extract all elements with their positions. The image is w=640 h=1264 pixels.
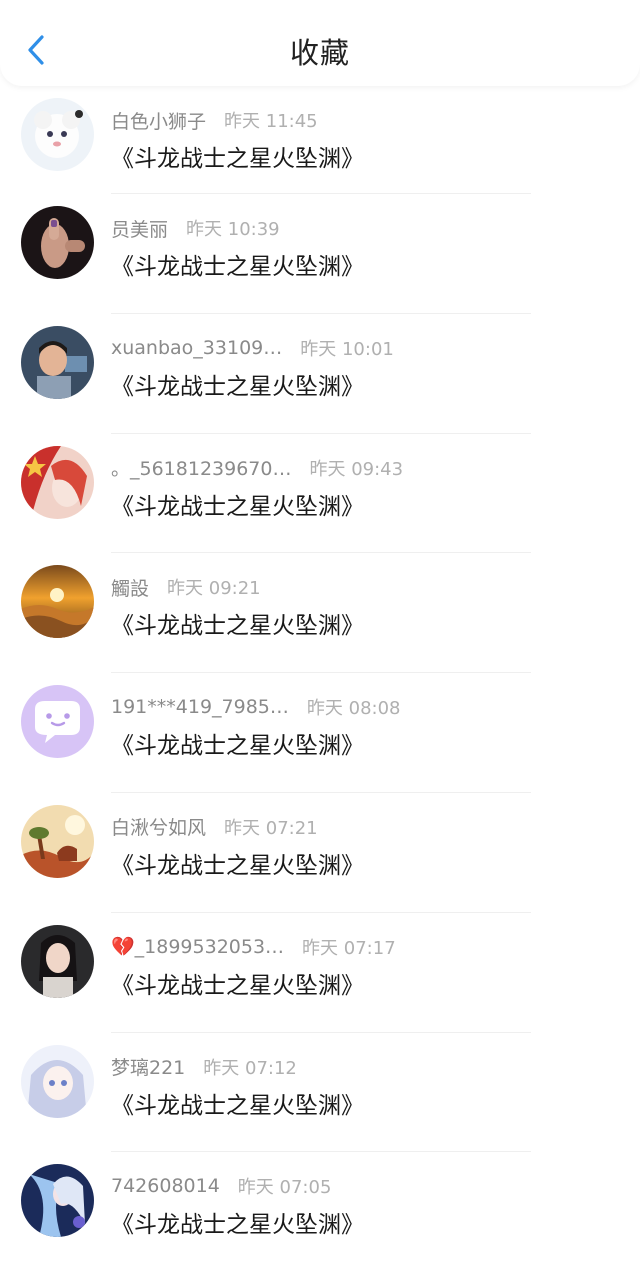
top-bar: 收藏 [0, 0, 640, 86]
timestamp: 昨天 10:39 [186, 219, 280, 240]
user-name: 觸設 [111, 577, 150, 600]
list-item[interactable]: 。_56181239670… 昨天 09:43 《斗龙战士之星火坠渊》 [0, 434, 640, 554]
favorite-title[interactable]: 《斗龙战士之星火坠渊》 [111, 726, 364, 760]
avatar[interactable] [21, 804, 94, 878]
avatar[interactable] [21, 1164, 94, 1238]
favorite-title[interactable]: 《斗龙战士之星火坠渊》 [111, 606, 364, 640]
avatar[interactable] [21, 685, 94, 759]
avatar[interactable] [21, 206, 94, 279]
user-name: 742608014 [111, 1175, 220, 1198]
user-name: 191***419_7985… [111, 696, 289, 719]
favorite-title[interactable]: 《斗龙战士之星火坠渊》 [111, 1086, 364, 1120]
user-name: xuanbao_33109… [111, 336, 283, 359]
user-name: 梦璃221 [111, 1057, 186, 1080]
list-item[interactable]: xuanbao_33109… 昨天 10:01 《斗龙战士之星火坠渊》 [0, 314, 640, 434]
timestamp: 昨天 10:01 [300, 338, 394, 360]
list-item[interactable]: 白湫兮如风 昨天 07:21 《斗龙战士之星火坠渊》 [0, 793, 640, 913]
user-name: 白色小狮子 [111, 110, 207, 133]
timestamp: 昨天 09:43 [309, 458, 404, 480]
list-item[interactable]: 191***419_7985… 昨天 08:08 《斗龙战士之星火坠渊》 [0, 673, 640, 793]
avatar[interactable] [21, 98, 94, 171]
favorite-title[interactable]: 《斗龙战士之星火坠渊》 [111, 1205, 364, 1239]
favorite-title[interactable]: 《斗龙战士之星火坠渊》 [111, 487, 364, 521]
timestamp: 昨天 08:08 [306, 698, 401, 720]
avatar[interactable] [21, 325, 94, 399]
timestamp: 昨天 07:05 [237, 1177, 332, 1199]
page-title: 收藏 [289, 36, 350, 70]
avatar[interactable] [21, 445, 94, 519]
user-name: 。_56181239670… [111, 458, 292, 481]
avatar[interactable] [21, 565, 94, 639]
favorites-list: 白色小狮子 昨天 11:45 《斗龙战士之星火坠渊》 员美丽 昨天 10:39 … [0, 86, 640, 1264]
favorite-title[interactable]: 《斗龙战士之星火坠渊》 [111, 247, 364, 281]
favorite-title[interactable]: 《斗龙战士之星火坠渊》 [111, 966, 364, 1000]
favorite-title[interactable]: 《斗龙战士之星火坠渊》 [111, 139, 364, 173]
timestamp: 昨天 11:45 [224, 111, 318, 132]
user-name: 💔_1899532053… [111, 936, 285, 959]
user-name: 员美丽 [111, 218, 169, 241]
list-item[interactable]: 梦璃221 昨天 07:12 《斗龙战士之星火坠渊》 [0, 1033, 640, 1153]
timestamp: 昨天 07:21 [224, 817, 318, 839]
favorite-title[interactable]: 《斗龙战士之星火坠渊》 [111, 367, 364, 401]
list-item[interactable]: 觸設 昨天 09:21 《斗龙战士之星火坠渊》 [0, 553, 640, 674]
avatar[interactable] [21, 1044, 94, 1118]
timestamp: 昨天 07:17 [302, 937, 396, 959]
user-name: 白湫兮如风 [111, 817, 207, 840]
list-item[interactable]: 💔_1899532053… 昨天 07:17 《斗龙战士之星火坠渊》 [0, 913, 640, 1033]
timestamp: 昨天 09:21 [167, 578, 261, 600]
list-item[interactable]: 白色小狮子 昨天 11:45 《斗龙战士之星火坠渊》 [0, 86, 640, 194]
avatar[interactable] [21, 924, 94, 998]
favorite-title[interactable]: 《斗龙战士之星火坠渊》 [111, 846, 364, 880]
timestamp: 昨天 07:12 [203, 1057, 297, 1079]
list-item[interactable]: 员美丽 昨天 10:39 《斗龙战士之星火坠渊》 [0, 194, 640, 314]
list-item[interactable]: 742608014 昨天 07:05 《斗龙战士之星火坠渊》 [0, 1152, 640, 1264]
